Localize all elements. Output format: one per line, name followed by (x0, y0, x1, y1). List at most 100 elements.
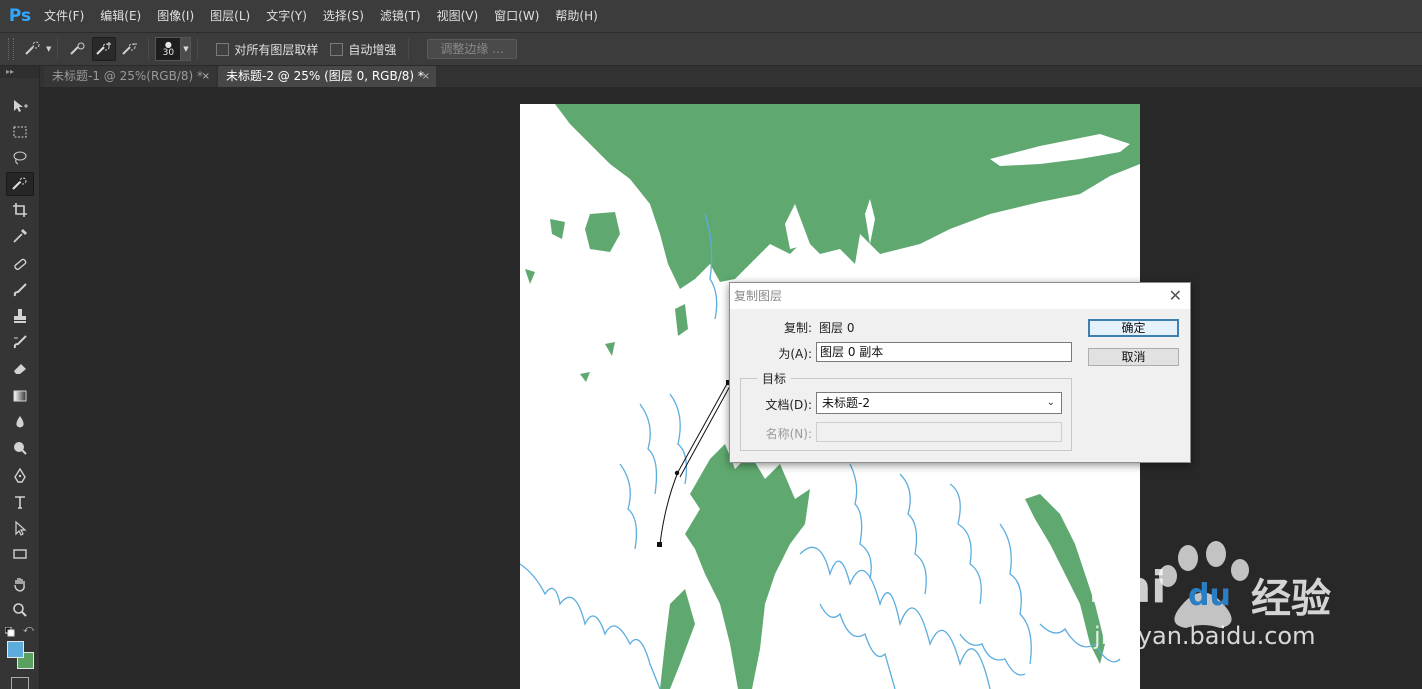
stamp-icon (14, 309, 26, 323)
options-bar: ▼ ● 30 ▼ 对所有图层取样 自动增强 调整边缘 ... (0, 32, 1422, 66)
brush-icon (13, 283, 27, 297)
history-brush-icon (13, 335, 27, 349)
add-to-selection-button[interactable] (92, 37, 117, 61)
dodge-icon (14, 442, 27, 455)
options-grip[interactable] (8, 38, 14, 60)
checkbox-box[interactable] (216, 42, 230, 56)
tab-label: 未标题-1 @ 25%(RGB/8) * (52, 69, 203, 83)
healing-brush-tool[interactable] (6, 252, 34, 276)
photoshop-logo: Ps (8, 6, 32, 26)
checkbox-box[interactable] (330, 42, 344, 56)
brush-tool[interactable] (6, 278, 34, 302)
type-icon (15, 496, 25, 509)
quick-selection-icon (12, 177, 27, 190)
divider (57, 38, 59, 60)
menu-bar: Ps 文件(F) 编辑(E) 图像(I) 图层(L) 文字(Y) 选择(S) 滤… (0, 0, 1422, 32)
tool-preset-picker[interactable]: ▼ (24, 41, 51, 57)
chevron-down-icon: ▼ (183, 45, 189, 53)
as-label: 为(A): (778, 347, 812, 361)
type-tool[interactable] (6, 490, 34, 514)
divider (148, 38, 150, 60)
watermark-url: jingyan.baidu.com (1094, 622, 1316, 650)
eyedropper-icon (13, 229, 27, 243)
menu-image[interactable]: 图像(I) (149, 0, 202, 32)
eyedropper-tool[interactable] (6, 224, 34, 248)
auto-enhance-label: 自动增强 (348, 42, 397, 57)
lasso-icon (13, 151, 27, 165)
ok-button[interactable]: 确定 (1088, 319, 1179, 337)
quick-selection-tool[interactable] (6, 172, 34, 196)
default-colors-icon[interactable] (4, 626, 17, 637)
tools-panel: ▸▸ ⤺ (0, 66, 40, 689)
document-label: 文档(D): (765, 398, 812, 412)
blur-tool[interactable] (6, 410, 34, 434)
menu-edit[interactable]: 编辑(E) (92, 0, 149, 32)
chevron-down-icon: ⌄ (1046, 397, 1055, 408)
move-tool[interactable] (6, 94, 34, 118)
crop-tool[interactable] (6, 198, 34, 222)
lasso-tool[interactable] (6, 146, 34, 170)
brush-size-picker[interactable]: ● 30 (155, 37, 182, 61)
sample-all-layers-checkbox[interactable]: 对所有图层取样 (216, 41, 318, 58)
pen-tool[interactable] (6, 464, 34, 488)
dialog-title: 复制图层 (730, 283, 1190, 309)
quick-mask-icon[interactable] (11, 677, 29, 689)
eraser-tool[interactable] (6, 356, 34, 380)
eraser-icon (14, 364, 26, 374)
dodge-tool[interactable] (6, 436, 34, 460)
watermark-brand: Bai. (1088, 562, 1167, 613)
toolbar-collapse-toggle[interactable]: ▸▸ (0, 66, 39, 78)
tab-label: 未标题-2 @ 25% (图层 0, RGB/8) * (226, 69, 424, 83)
close-icon[interactable]: × (202, 66, 210, 87)
brush-size-dropdown[interactable]: ▼ (181, 37, 192, 61)
rectangle-tool[interactable] (6, 542, 34, 566)
subtract-from-selection-icon (122, 43, 138, 55)
layer-name-field[interactable]: 图层 0 副本 (816, 342, 1072, 362)
menu-window[interactable]: 窗口(W) (486, 0, 547, 32)
sample-all-layers-label: 对所有图层取样 (234, 42, 319, 57)
move-icon (14, 100, 28, 112)
rectangle-icon (13, 549, 27, 559)
close-icon[interactable]: ✕ (1169, 286, 1182, 305)
hand-icon (14, 578, 25, 592)
menu-select[interactable]: 选择(S) (315, 0, 372, 32)
refine-edge-button[interactable]: 调整边缘 ... (427, 39, 517, 59)
new-selection-button[interactable] (66, 37, 90, 61)
duplicate-layer-dialog: 复制图层 ✕ 复制: 图层 0 为(A): 图层 0 副本 目标 文档(D): … (729, 282, 1191, 463)
auto-enhance-checkbox[interactable]: 自动增强 (330, 41, 396, 58)
document-select-value: 未标题-2 (822, 396, 870, 410)
cancel-button[interactable]: 取消 (1088, 348, 1179, 366)
clone-stamp-tool[interactable] (6, 304, 34, 328)
name-label: 名称(N): (765, 427, 812, 441)
foreground-color-swatch[interactable] (7, 641, 24, 658)
swap-colors-icon[interactable]: ⤺ (23, 624, 35, 636)
document-select[interactable]: 未标题-2 ⌄ (816, 392, 1062, 414)
tab-untitled-2[interactable]: 未标题-2 @ 25% (图层 0, RGB/8) * × (218, 66, 436, 87)
document-tabs: 未标题-1 @ 25%(RGB/8) * × 未标题-2 @ 25% (图层 0… (0, 66, 1422, 87)
tab-untitled-1[interactable]: 未标题-1 @ 25%(RGB/8) * × (44, 66, 216, 87)
quick-selection-icon (24, 41, 42, 57)
hand-tool[interactable] (6, 572, 34, 596)
menu-help[interactable]: 帮助(H) (547, 0, 605, 32)
marquee-tool[interactable] (6, 120, 34, 144)
destination-name-field[interactable] (816, 422, 1062, 442)
gradient-icon (13, 390, 27, 402)
menu-file[interactable]: 文件(F) (36, 0, 92, 32)
divider (197, 38, 199, 60)
menu-view[interactable]: 视图(V) (429, 0, 487, 32)
subtract-from-selection-button[interactable] (118, 37, 142, 61)
menu-filter[interactable]: 滤镜(T) (372, 0, 429, 32)
rectangle-marquee-icon (13, 126, 27, 138)
close-icon[interactable]: × (422, 66, 430, 87)
gradient-tool[interactable] (6, 384, 34, 408)
path-selection-icon (15, 520, 27, 536)
history-brush-tool[interactable] (6, 330, 34, 354)
zoom-tool[interactable] (6, 598, 34, 622)
duplicate-label: 复制: (783, 321, 812, 335)
bandage-icon (14, 258, 27, 271)
menu-layer[interactable]: 图层(L) (202, 0, 258, 32)
pen-icon (14, 468, 26, 483)
water-drop-icon (16, 416, 24, 428)
path-selection-tool[interactable] (6, 516, 34, 540)
menu-type[interactable]: 文字(Y) (258, 0, 315, 32)
